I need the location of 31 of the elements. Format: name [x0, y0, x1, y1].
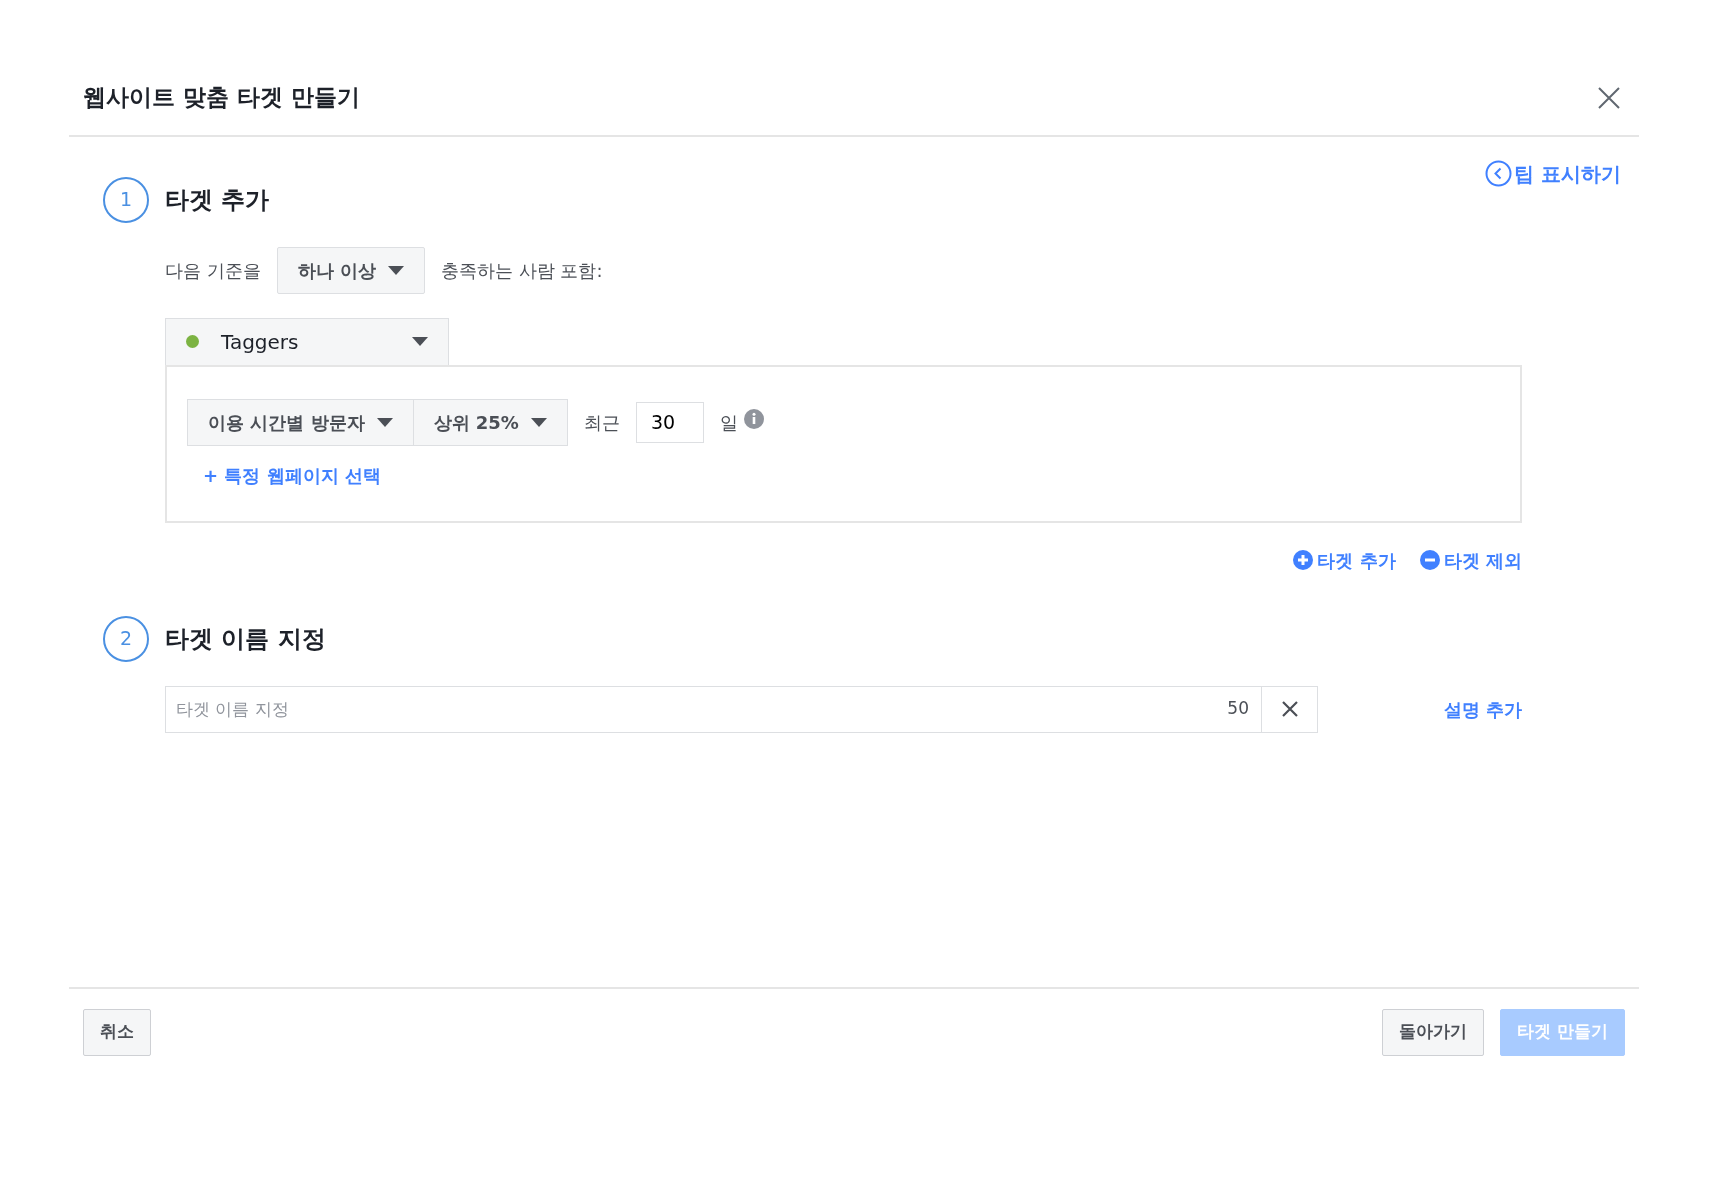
days-input[interactable]: 30: [635, 401, 704, 443]
step-heading: 타겟 추가: [165, 184, 270, 216]
chevron-circle-icon: [1485, 160, 1513, 187]
caret-icon: [376, 417, 393, 427]
exclude-audience-link[interactable]: 타겟 제외: [1419, 546, 1522, 574]
criteria-label: 다음 기준을: [165, 258, 261, 283]
source-dropdown[interactable]: Taggers: [165, 317, 449, 365]
character-count: 50: [1226, 697, 1250, 721]
info-icon[interactable]: [743, 409, 764, 429]
caret-icon: [388, 265, 404, 275]
percentile-dropdown[interactable]: 상위 25%: [413, 398, 568, 446]
caret-icon: [530, 417, 547, 427]
caret-icon: [412, 337, 428, 346]
back-button[interactable]: 돌아가기: [1382, 1008, 1485, 1056]
days-unit: 일: [719, 410, 738, 435]
minus-circle-icon: [1419, 550, 1440, 570]
step-heading: 타겟 이름 지정: [165, 623, 326, 655]
select-pages-link[interactable]: + 특정 웹페이지 선택: [203, 461, 381, 489]
dialog-title: 웹사이트 맞춤 타겟 만들기: [83, 83, 361, 112]
step-number: 2: [103, 615, 149, 662]
add-description-link[interactable]: 설명 추가: [1443, 695, 1522, 723]
event-dropdown[interactable]: 이용 시간별 방문자: [187, 398, 414, 446]
cancel-button[interactable]: 취소: [83, 1008, 151, 1056]
match-dropdown[interactable]: 하나 이상: [276, 246, 425, 294]
criteria-label: 충족하는 사람 포함:: [441, 258, 603, 283]
show-tips-link[interactable]: 팁 표시하기: [1485, 158, 1621, 189]
step-number: 1: [103, 176, 149, 223]
recent-label: 최근: [583, 410, 620, 435]
audience-name-field[interactable]: 타겟 이름 지정 50: [165, 685, 1318, 733]
add-audience-link[interactable]: 타겟 추가: [1293, 546, 1396, 574]
plus-circle-icon: [1293, 550, 1314, 570]
